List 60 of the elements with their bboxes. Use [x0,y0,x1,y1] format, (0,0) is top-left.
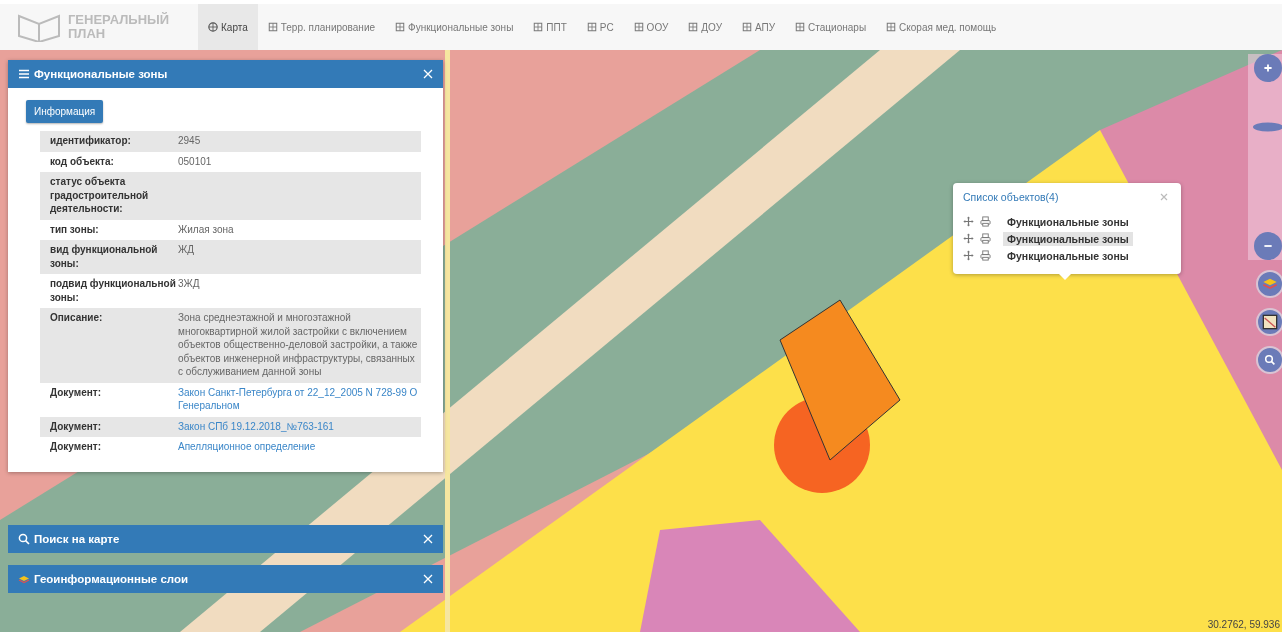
attribute-label: Описание: [50,311,104,325]
printer-icon[interactable] [980,216,991,227]
nav-tab[interactable]: РС [576,4,624,50]
close-icon [423,69,433,79]
attribute-value: 2945 [178,134,202,148]
nav-tab[interactable]: Функциональные зоны [385,4,524,50]
nav-tab[interactable]: Скорая мед. помощь [876,4,1007,50]
logo-text: ПЛАН [68,27,107,41]
collapsed-panel-header[interactable]: Геоинформационные слои [8,565,443,593]
panel-title: Функциональные зоны [34,68,168,80]
book-logo-icon [16,12,62,42]
attribute-label: Документ: [50,440,102,454]
object-list-item[interactable]: Функциональные зоны [1003,231,1133,246]
attribute-label: Документ: [50,385,102,400]
plus-icon [1262,62,1274,74]
attribute-label: идентификатор: [50,134,132,148]
attribute-value: Зона среднеэтажной и многоэтажной многоквартирной жилой застройки с включением объектов общественно-деловой застройки, а также объектов инженерной инфраструктуры, связанных с обслуживанием данной зоны [178,311,418,379]
document-link[interactable]: Апелляционное определение [178,440,418,454]
search-icon [18,533,30,545]
attribute-value: 050101 [178,154,213,168]
move-icon[interactable] [963,250,974,261]
panel-title: Поиск на карте [34,533,120,545]
object-list-item[interactable]: Функциональные зоны [1003,214,1133,229]
collapsed-panel-header[interactable]: Поиск на карте [8,525,443,553]
move-icon[interactable] [963,216,974,227]
menu-icon [18,68,30,80]
layers-icon [18,573,30,585]
move-icon[interactable] [963,233,974,244]
attribute-value: Жилая зона [178,222,235,236]
search-icon [1264,354,1276,366]
layers-icon [1262,276,1278,292]
close-button[interactable] [423,69,433,79]
attribute-value: 3ЖД [178,277,201,291]
document-link[interactable]: Закон Санкт-Петербурга от 22_12_2005 N 728-99 О Генеральном [178,385,418,413]
coordinates-text: 30.2762, 59.936 [1207,619,1280,630]
nav-tab[interactable]: ДОУ [678,4,732,50]
nav-tab[interactable]: Терр. планирование [257,4,386,50]
attribute-label: подвид функциональной зоны: [50,277,177,304]
document-link[interactable]: Закон СПб 19.12.2018_№763-161 [178,419,418,433]
attribute-label: Документ: [50,419,102,433]
nav-tab[interactable]: ООУ [623,4,679,50]
attribute-label: код объекта: [50,154,115,168]
attribute-value: ЖД [178,243,195,257]
popup-title: Список объектов(4) [963,191,1059,203]
map-icon [1262,314,1278,330]
object-list-item[interactable]: Функциональные зоны [1003,248,1133,263]
printer-icon[interactable] [980,250,991,261]
zoom-slider-thumb[interactable] [1253,122,1282,132]
panel-title: Геоинформационные слои [34,573,189,585]
nav-tab[interactable]: АПУ [732,4,786,50]
nav-tab[interactable]: Стационары [785,4,877,50]
attribute-label: статус объекта градостроительной деятельности: [50,175,150,216]
globe-icon [208,22,218,32]
logo-text: ГЕНЕРАЛЬНЫЙ [68,13,170,27]
printer-icon[interactable] [980,233,991,244]
nav-tab[interactable]: ППТ [523,4,577,50]
attribute-label: вид функциональной зоны: [50,243,159,270]
attribute-label: тип зоны: [50,222,100,236]
nav-tab[interactable]: Карта [198,4,258,50]
info-tab[interactable]: Информация [26,100,104,123]
